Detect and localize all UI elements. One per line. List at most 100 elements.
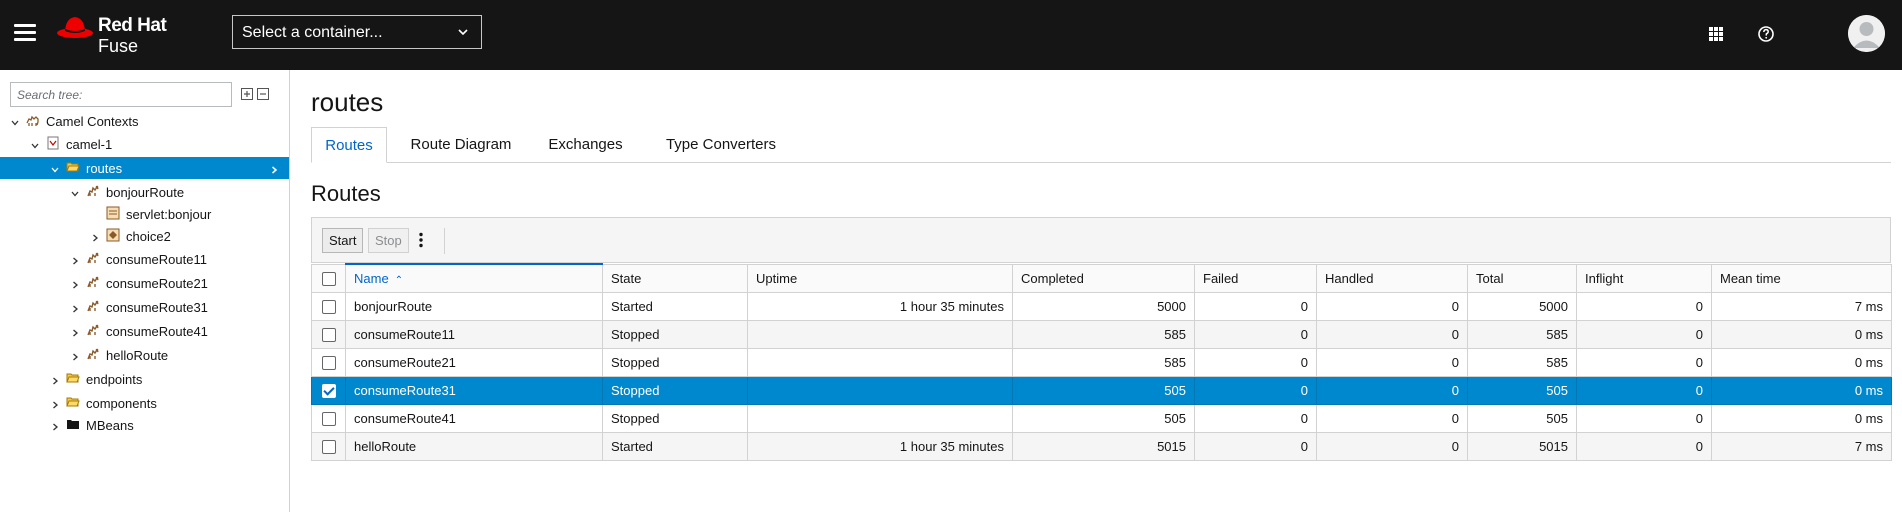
cell-inflight: 0 [1576,403,1712,433]
tab-type-converters[interactable]: Type Converters [646,127,796,162]
tree-node-camel-1[interactable]: camel-1 [0,133,289,155]
cell-state: Stopped [602,347,748,377]
row-checkbox[interactable] [321,383,336,398]
table-row[interactable]: consumeRoute41 Stopped 505 0 0 505 0 0 ms [311,403,1892,433]
search-tree-input[interactable] [10,82,232,107]
user-avatar-icon[interactable] [1848,15,1885,52]
column-header-inflight[interactable]: Inflight [1576,263,1712,293]
column-header-state[interactable]: State [602,263,748,293]
chevron-right-icon[interactable] [70,254,80,265]
brand-logo[interactable]: Red Hat Fuse [56,14,176,58]
route-icon [86,184,100,198]
routes-toolbar: Start Stop [311,217,1891,263]
tree-node-label: consumeRoute21 [106,276,208,291]
cell-name: helloRoute [345,431,603,461]
chevron-right-icon[interactable] [90,231,100,242]
cell-total: 5015 [1467,431,1577,461]
select-all-checkbox[interactable] [321,271,336,286]
column-header-mean-time[interactable]: Mean time [1711,263,1892,293]
cell-state: Stopped [602,375,748,405]
chevron-down-icon [458,29,468,36]
chevron-down-icon[interactable] [30,139,40,149]
hamburger-menu-icon[interactable] [14,24,36,42]
cell-handled: 0 [1316,431,1468,461]
masthead: Red Hat Fuse Select a container... [0,0,1902,70]
tab-route-diagram[interactable]: Route Diagram [396,127,526,162]
chevron-right-icon[interactable] [70,278,80,289]
route-icon [86,299,100,313]
row-checkbox[interactable] [321,411,336,426]
expand-all-icon[interactable] [241,88,253,100]
table-row[interactable]: bonjourRoute Started 1 hour 35 minutes 5000… [311,291,1892,321]
chevron-right-icon[interactable] [70,326,80,337]
table-row[interactable]: helloRoute Started 1 hour 35 minutes 5015 0 0… [311,431,1892,461]
cell-failed: 0 [1194,403,1317,433]
cell-mean: 0 ms [1711,375,1892,405]
tree-node-consumeroute11[interactable]: consumeRoute11 [0,248,289,270]
tree-node-label: choice2 [126,229,171,244]
table-row[interactable]: consumeRoute21 Stopped 585 0 0 585 0 0 ms [311,347,1892,377]
chevron-down-icon[interactable] [50,163,60,173]
chevron-down-icon[interactable] [70,187,80,197]
routes-table: Name ⌃ State Uptime Completed Failed Hand… [311,263,1892,461]
chevron-down-icon[interactable] [10,116,20,126]
chevron-right-icon[interactable] [70,302,80,313]
tree-node-bonjourroute[interactable]: bonjourRoute [0,181,289,203]
brand-name: Red Hat [98,15,167,36]
grid-icon[interactable] [1706,24,1726,44]
tree-node-endpoints[interactable]: endpoints [0,368,289,390]
tree-node-consumeroute31[interactable]: consumeRoute31 [0,296,289,318]
toolbar-divider [444,228,445,254]
tree-node-label: servlet:bonjour [126,207,212,222]
column-header-handled[interactable]: Handled [1316,263,1468,293]
kebab-menu-icon[interactable] [418,232,424,248]
cell-name: consumeRoute21 [345,347,603,377]
collapse-all-icon[interactable] [257,88,269,100]
tree-node-camel-contexts[interactable]: Camel Contexts [0,110,289,132]
tree-node-routes[interactable]: routes [0,157,289,179]
cell-total: 505 [1467,375,1577,405]
column-header-uptime[interactable]: Uptime [747,263,1013,293]
tab-routes[interactable]: Routes [311,127,387,163]
row-checkbox[interactable] [321,439,336,454]
chevron-right-icon[interactable] [50,398,60,409]
cell-handled: 0 [1316,375,1468,405]
tree-node-label: endpoints [86,372,143,387]
table-row[interactable]: consumeRoute11 Stopped 585 0 0 585 0 0 ms [311,319,1892,349]
tree-node-consumeroute41[interactable]: consumeRoute41 [0,320,289,342]
tree-node-choice2[interactable]: choice2 [0,225,289,247]
cell-name: consumeRoute31 [345,375,603,405]
chevron-right-icon[interactable] [70,350,80,361]
column-header-failed[interactable]: Failed [1194,263,1317,293]
cell-state: Started [602,291,748,321]
start-button[interactable]: Start [322,228,364,253]
camel-icon [26,113,40,127]
row-checkbox[interactable] [321,299,336,314]
tree-node-components[interactable]: components [0,392,289,414]
cell-inflight: 0 [1576,431,1712,461]
tab-exchanges[interactable]: Exchanges [528,127,643,162]
cell-completed: 5000 [1012,291,1195,321]
cell-uptime [747,319,1013,349]
tree-node-label: helloRoute [106,348,169,363]
cell-failed: 0 [1194,347,1317,377]
column-header-name[interactable]: Name ⌃ [345,263,603,293]
column-header-completed[interactable]: Completed [1012,263,1195,293]
container-select[interactable]: Select a container... [232,15,482,49]
cell-handled: 0 [1316,403,1468,433]
column-header-total[interactable]: Total [1467,263,1577,293]
help-icon[interactable] [1756,24,1776,44]
chevron-right-icon[interactable] [50,374,60,385]
chevron-right-icon[interactable] [50,420,60,431]
tree-node-consumeroute21[interactable]: consumeRoute21 [0,272,289,294]
cell-name: consumeRoute41 [345,403,603,433]
stop-button[interactable]: Stop [368,228,409,253]
tree-node-helloroute[interactable]: helloRoute [0,344,289,366]
row-checkbox[interactable] [321,327,336,342]
tree-node-label: consumeRoute11 [106,252,207,267]
tree-node-mbeans[interactable]: MBeans [0,414,289,436]
tree-node-label: MBeans [86,418,134,433]
row-checkbox[interactable] [321,355,336,370]
table-row[interactable]: consumeRoute31 Stopped 505 0 0 505 0 0 ms [311,375,1892,405]
tree-node-servlet-bonjour[interactable]: servlet:bonjour [0,203,289,225]
